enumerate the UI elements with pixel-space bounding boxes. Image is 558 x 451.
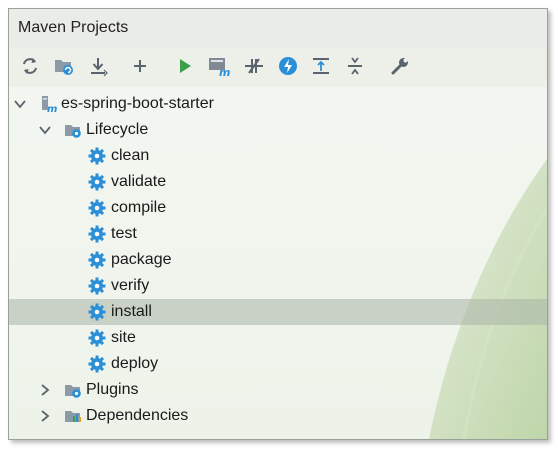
gear-icon	[88, 251, 106, 269]
lifecycle-goal-site[interactable]: site	[9, 325, 547, 351]
gear-icon	[88, 277, 106, 295]
goal-label: package	[111, 251, 172, 268]
add-icon	[134, 60, 146, 72]
show-dependencies-button[interactable]	[308, 53, 334, 79]
tree-node-project[interactable]: m es-spring-boot-starter	[9, 91, 547, 117]
lifecycle-goal-verify[interactable]: verify	[9, 273, 547, 299]
add-project-button[interactable]	[127, 53, 153, 79]
gear-icon	[88, 173, 106, 191]
maven-projects-panel: Maven Projects m m es-spring-boot-starte…	[8, 8, 548, 440]
gear-icon	[88, 329, 106, 347]
generate-sources-icon	[55, 60, 73, 75]
goal-label: clean	[111, 147, 150, 164]
lifecycle-label: Lifecycle	[86, 121, 149, 138]
goal-label: verify	[111, 277, 150, 294]
lifecycle-goal-test[interactable]: test	[9, 221, 547, 247]
lifecycle-folder-icon	[65, 125, 81, 138]
skip-tests-button[interactable]	[275, 53, 301, 79]
chevron-down-icon[interactable]	[38, 123, 52, 137]
run-icon	[180, 59, 191, 73]
lifecycle-goal-clean[interactable]: clean	[9, 143, 547, 169]
goal-label: deploy	[111, 355, 159, 372]
dependencies-folder-icon	[65, 411, 81, 422]
lifecycle-goal-compile[interactable]: compile	[9, 195, 547, 221]
lifecycle-goal-package[interactable]: package	[9, 247, 547, 273]
svg-text:m: m	[47, 104, 57, 113]
lifecycle-goal-validate[interactable]: validate	[9, 169, 547, 195]
toggle-offline-icon	[245, 58, 263, 74]
execute-goal-icon: m	[209, 58, 230, 77]
panel-title: Maven Projects	[18, 19, 129, 36]
download-sources-button[interactable]	[85, 53, 111, 79]
gear-icon	[88, 147, 106, 165]
dependencies-label: Dependencies	[86, 407, 189, 424]
gear-icon	[88, 199, 106, 217]
chevron-right-icon[interactable]	[38, 383, 52, 397]
goal-label: site	[111, 329, 136, 346]
settings-wrench-icon	[391, 58, 408, 75]
gear-icon	[88, 355, 106, 373]
collapse-all-icon	[348, 57, 362, 75]
goal-label: validate	[111, 173, 167, 190]
plugins-label: Plugins	[86, 381, 139, 398]
download-icon	[91, 58, 108, 77]
toolbar: m	[9, 47, 547, 87]
lifecycle-goal-install[interactable]: install	[9, 299, 547, 325]
project-label: es-spring-boot-starter	[61, 95, 214, 112]
maven-project-icon: m	[42, 96, 57, 113]
collapse-all-button[interactable]	[342, 53, 368, 79]
refresh-icon	[23, 58, 37, 74]
gear-icon	[88, 225, 106, 243]
goal-label: compile	[111, 199, 167, 216]
chevron-down-icon[interactable]	[13, 97, 27, 111]
goal-label: install	[111, 303, 152, 320]
lifecycle-goal-deploy[interactable]: deploy	[9, 351, 547, 377]
skip-tests-icon	[279, 57, 297, 75]
tree-node-plugins[interactable]: Plugins	[9, 377, 547, 403]
show-dependencies-icon	[313, 58, 329, 74]
panel-header: Maven Projects	[9, 9, 547, 48]
gear-icon	[88, 303, 106, 321]
refresh-button[interactable]	[17, 53, 43, 79]
tree-node-lifecycle[interactable]: Lifecycle	[9, 117, 547, 143]
plugins-folder-icon	[65, 385, 81, 398]
chevron-right-icon[interactable]	[38, 409, 52, 423]
tree-node-dependencies[interactable]: Dependencies	[9, 403, 547, 429]
goal-label: test	[111, 225, 137, 242]
toggle-offline-button[interactable]	[241, 53, 267, 79]
generate-sources-button[interactable]	[51, 53, 77, 79]
execute-goal-button[interactable]: m	[206, 53, 232, 79]
svg-text:m: m	[219, 66, 230, 77]
run-button[interactable]	[172, 53, 198, 79]
maven-settings-button[interactable]	[387, 53, 413, 79]
